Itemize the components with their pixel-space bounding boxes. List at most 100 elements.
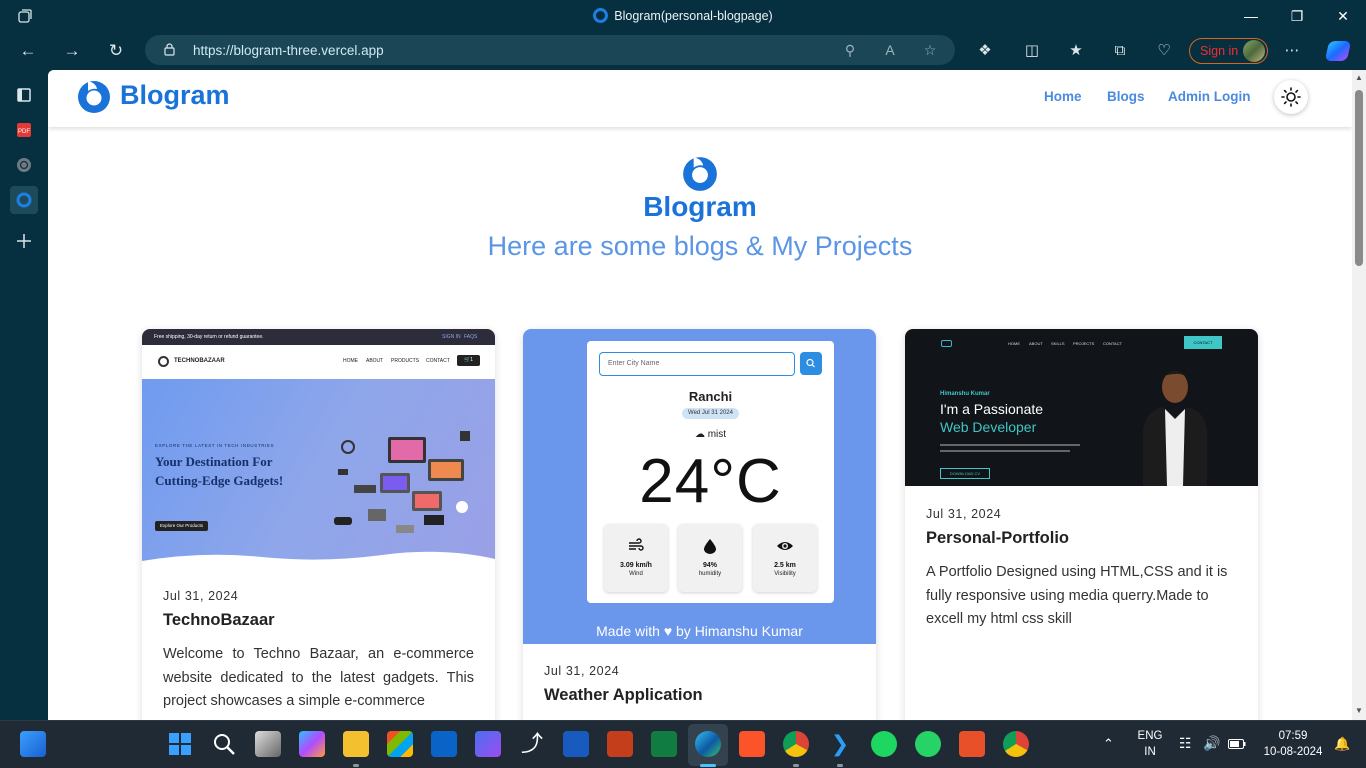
excel-icon[interactable] — [651, 731, 677, 757]
weather-stat-humidity: 94% humidity — [678, 524, 742, 592]
close-window-button[interactable]: ✕ — [1320, 0, 1366, 32]
preview-kicker: EXPLORE THE LATEST IN TECH INDUSTRIES — [155, 443, 275, 448]
spotify-icon[interactable] — [871, 731, 897, 757]
chatgpt-tab-icon[interactable] — [10, 151, 38, 179]
word-icon[interactable] — [563, 731, 589, 757]
weather-search-input: Enter City Name — [599, 352, 795, 376]
portfolio-menu-skills: SKILLS — [1051, 341, 1065, 346]
clock-time[interactable]: 07:59 — [1258, 730, 1328, 742]
blog-card-portfolio[interactable]: HOME ABOUT SKILLS PROJECTS CONTACT CONTA… — [905, 329, 1258, 720]
microsoft-store-icon[interactable] — [387, 731, 413, 757]
humidity-value: 94% — [702, 562, 717, 569]
favorites-icon[interactable]: ★ — [1066, 41, 1086, 61]
refresh-button[interactable]: ↻ — [102, 38, 130, 64]
card-date: Jul 31, 2024 — [544, 664, 620, 678]
file-explorer-icon[interactable] — [343, 731, 369, 757]
portfolio-preview: HOME ABOUT SKILLS PROJECTS CONTACT CONTA… — [905, 329, 1258, 486]
zoom-icon[interactable]: ⚲ — [842, 42, 858, 58]
preview-cta: Explore Our Products — [155, 521, 208, 531]
language-indicator[interactable]: ENG — [1136, 730, 1164, 742]
vscode-icon[interactable]: ❯ — [827, 731, 853, 757]
title-bar: Blogram(personal-blogpage) — ❐ ✕ — [0, 0, 1366, 32]
drop-icon — [704, 539, 716, 554]
blogram-tab-icon[interactable] — [10, 186, 38, 214]
app-icon[interactable] — [959, 731, 985, 757]
outlook-icon[interactable] — [431, 731, 457, 757]
page-scrollbar[interactable]: ▲ ▼ — [1352, 70, 1366, 720]
favorite-star-icon[interactable]: ☆ — [922, 42, 938, 58]
address-bar[interactable]: https://blogram-three.vercel.app ⚲ A ☆ — [145, 35, 955, 65]
wifi-icon[interactable]: ☷ — [1179, 735, 1192, 752]
volume-icon[interactable]: 🔊 — [1203, 735, 1220, 752]
portfolio-name: Himanshu Kumar — [940, 391, 990, 397]
copilot-icon[interactable] — [1324, 41, 1352, 61]
cursor-app-icon[interactable]: ⤴ — [519, 731, 545, 757]
preview-menu-home: HOME — [343, 358, 358, 364]
url-text[interactable]: https://blogram-three.vercel.app — [193, 43, 384, 58]
wind-label: Wind — [629, 571, 643, 577]
preview-menu-contact: CONTACT — [426, 358, 450, 364]
widgets-icon[interactable] — [20, 731, 46, 757]
collections-icon[interactable]: ⧉ — [1110, 41, 1130, 61]
weather-stat-visibility: 2.5 km Visibility — [753, 524, 817, 592]
hero-logo-icon — [683, 157, 717, 191]
scrollbar-thumb[interactable] — [1355, 90, 1363, 266]
eye-icon — [777, 542, 793, 550]
nav-admin-login-link[interactable]: Admin Login — [1168, 89, 1250, 104]
forward-button[interactable]: → — [58, 38, 86, 64]
split-screen-icon[interactable]: ◫ — [1022, 41, 1042, 61]
card-title[interactable]: Weather Application — [544, 686, 703, 705]
weather-panel: Enter City Name Ranchi Wed Jul 31 2024 ☁… — [587, 341, 834, 603]
nav-blogs-link[interactable]: Blogs — [1107, 89, 1145, 104]
whatsapp-icon[interactable] — [915, 731, 941, 757]
site-logo-text[interactable]: Blogram — [120, 80, 230, 111]
scroll-up-icon[interactable]: ▲ — [1354, 73, 1364, 82]
powerpoint-icon[interactable] — [607, 731, 633, 757]
restore-button[interactable]: ❐ — [1274, 0, 1320, 32]
visual-studio-icon[interactable] — [475, 731, 501, 757]
start-windows-icon[interactable] — [168, 732, 192, 756]
nav-home-link[interactable]: Home — [1044, 89, 1082, 104]
blogram-logo-icon[interactable] — [76, 79, 112, 115]
tab-actions-icon[interactable] — [10, 81, 38, 109]
blog-card-technobazaar[interactable]: Free shipping, 30-day return or refund g… — [142, 329, 495, 720]
card-title[interactable]: TechnoBazaar — [163, 611, 275, 630]
extensions-icon[interactable]: ❖ — [975, 41, 995, 61]
clock-date[interactable]: 10-08-2024 — [1258, 746, 1328, 758]
tab-title: Blogram(personal-blogpage) — [614, 9, 773, 23]
page-viewport: Blogram Home Blogs Admin Login Blogram H… — [48, 70, 1352, 720]
lock-icon[interactable] — [164, 43, 175, 56]
browser-essentials-icon[interactable]: ♡ — [1154, 41, 1174, 61]
card-description: Welcome to Techno Bazaar, an e-commerce … — [163, 646, 474, 709]
region-indicator[interactable]: IN — [1136, 746, 1164, 758]
new-tab-icon[interactable] — [10, 227, 38, 255]
theme-toggle-button[interactable] — [1274, 80, 1308, 114]
chrome-profile-icon[interactable] — [783, 731, 809, 757]
sign-in-button[interactable]: Sign in — [1189, 38, 1268, 64]
preview-signin-link: SIGN IN — [442, 334, 461, 340]
show-hidden-icons[interactable]: ⌃ — [1103, 736, 1114, 752]
search-icon[interactable] — [212, 732, 236, 756]
portfolio-text-line — [940, 450, 1070, 452]
window-title: Blogram(personal-blogpage) — [0, 8, 1366, 23]
back-button[interactable]: ← — [14, 38, 42, 64]
scroll-down-icon[interactable]: ▼ — [1354, 706, 1364, 715]
copilot-taskbar-icon[interactable] — [299, 731, 325, 757]
more-menu-icon[interactable]: ⋯ — [1282, 41, 1302, 61]
task-view-icon[interactable] — [255, 731, 281, 757]
site-header: Blogram Home Blogs Admin Login — [48, 70, 1352, 127]
preview-menu-products: PRODUCTS — [391, 358, 420, 364]
minimize-button[interactable]: — — [1228, 0, 1274, 32]
wind-icon — [629, 538, 644, 551]
blog-card-weather[interactable]: Enter City Name Ranchi Wed Jul 31 2024 ☁… — [523, 329, 876, 720]
brave-icon[interactable] — [739, 731, 765, 757]
pdf-tab-icon[interactable]: PDF — [10, 116, 38, 144]
browser-toolbar: ← → ↻ https://blogram-three.vercel.app ⚲… — [0, 32, 1366, 70]
blogram-favicon-icon — [593, 8, 609, 23]
read-aloud-icon[interactable]: A — [882, 42, 898, 58]
battery-icon[interactable] — [1228, 739, 1246, 749]
notifications-icon[interactable]: 🔔 — [1334, 736, 1350, 752]
chrome-icon[interactable] — [1003, 731, 1029, 757]
edge-icon[interactable] — [695, 731, 721, 757]
card-title[interactable]: Personal-Portfolio — [926, 529, 1069, 548]
